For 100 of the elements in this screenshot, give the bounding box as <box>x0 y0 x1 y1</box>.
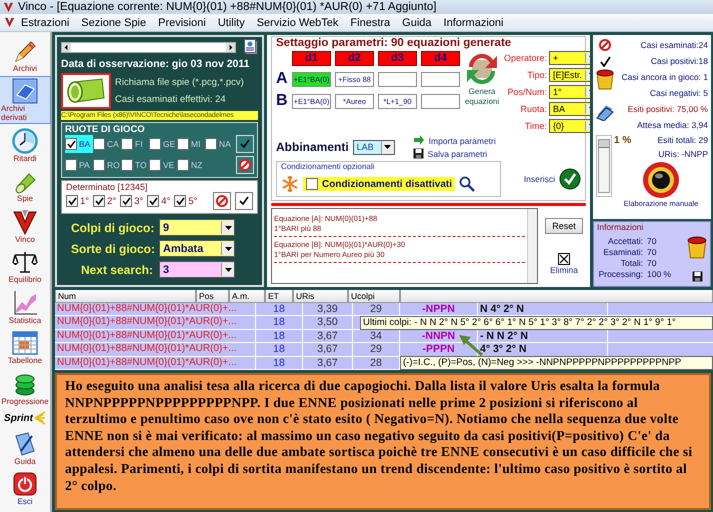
table-cell: NUM{0}(01)+88#NUM{0}(01)*AUR(0)+... <box>55 356 256 369</box>
menu-item[interactable]: Servizio WebTek <box>250 16 344 28</box>
result-value: Casi esaminati:24 <box>639 40 708 50</box>
dropdown[interactable]: Ambata <box>159 240 235 257</box>
wheel-checkbox[interactable]: TO <box>121 156 149 174</box>
menu-item[interactable]: Guida <box>396 16 438 28</box>
save-icon[interactable] <box>692 271 702 282</box>
no-entry-icon <box>216 195 228 207</box>
wheel-checkbox[interactable]: VE <box>149 156 177 174</box>
load-spy-file-button[interactable] <box>61 73 111 109</box>
horizontal-scrollbar[interactable] <box>61 42 236 52</box>
dropdown[interactable]: LAB <box>352 140 395 154</box>
field-label: Ruota: <box>520 104 548 114</box>
field-label: Pos/Num: <box>508 87 548 97</box>
conditions-checkbox[interactable]: Condizionamenti disattivati <box>303 177 456 191</box>
check-icon <box>239 196 249 206</box>
bucket-icon[interactable] <box>687 236 707 260</box>
search-icon[interactable] <box>459 176 476 192</box>
info-value: 100 % <box>647 269 672 280</box>
table-row[interactable]: NUM{0}(01)+88#NUM{0}(01)*AUR(0)+... 18 3,67 34 -NNPN - N N 2° N <box>55 330 713 344</box>
column-header[interactable]: Num <box>55 290 196 303</box>
equation-term-field[interactable] <box>378 72 417 86</box>
equation-term-field[interactable] <box>421 72 460 86</box>
generate-button[interactable]: Genera equazioni <box>463 51 501 133</box>
dropdown[interactable]: 1° <box>549 85 590 99</box>
column-header[interactable]: URis <box>293 290 348 303</box>
menu-item[interactable]: Utility <box>212 16 251 28</box>
toolbar-button[interactable]: Statistica <box>8 288 42 326</box>
toolbar-button[interactable]: Archivi <box>11 36 39 74</box>
scroll-right-icon[interactable] <box>226 42 235 52</box>
column-header: d4 <box>421 51 460 66</box>
action-link[interactable]: Salva parametri <box>412 148 496 159</box>
column-header[interactable]: Pos <box>196 290 229 303</box>
column-header[interactable]: A.m. <box>229 290 265 303</box>
caret-icon <box>224 268 232 272</box>
toolbar-button[interactable]: Tabellone <box>6 329 44 366</box>
wheel-checkbox[interactable]: NZ <box>177 156 205 174</box>
table-cell: 18 <box>256 356 303 369</box>
check-circle-icon <box>559 168 581 190</box>
dropdown[interactable]: BA <box>549 102 590 116</box>
calendar-icon <box>12 330 38 356</box>
dropdown[interactable]: [E]Estr. <box>549 68 590 82</box>
dropdown[interactable]: 3 <box>159 261 235 278</box>
group-title: Determinato [12345] <box>66 182 149 192</box>
dropdown[interactable]: 9 <box>159 219 235 236</box>
dropdown[interactable]: {0} <box>549 119 590 133</box>
result-value: Casi positivi:18 <box>650 56 708 66</box>
toolbar-button[interactable]: Spie <box>11 167 39 204</box>
result-value: Esiti positivi: 75,00 % <box>626 104 708 114</box>
scroll-left-icon[interactable] <box>62 42 71 52</box>
field-label: Operatore: <box>504 53 548 63</box>
toolbar-button[interactable]: Progressione <box>0 370 50 407</box>
table-cell: NUM{0}(01)+88#NUM{0}(01)*AUR(0)+... <box>55 330 256 342</box>
toolbar-button[interactable]: Sprint <box>3 410 47 426</box>
wheel-checkbox[interactable]: CA <box>93 135 121 153</box>
equation-term-field[interactable] <box>421 94 460 108</box>
insert-button[interactable]: Inserisci <box>524 168 581 190</box>
threshold-slider[interactable] <box>596 135 612 197</box>
action-link[interactable]: Importa parametri <box>412 135 496 146</box>
wheel-checkbox[interactable]: GE <box>149 135 177 153</box>
delete-button[interactable]: Elimina <box>550 252 578 274</box>
vertical-scrollbar[interactable] <box>527 209 537 283</box>
table-row[interactable]: NUM{0}(01)+88#NUM{0}(01)*AUR(0)+... 18 3,67 29 -PPPN 4° 3° 2° N <box>55 343 713 357</box>
column-header[interactable]: ET <box>265 290 293 303</box>
menu-item[interactable]: Estrazioni <box>15 16 76 28</box>
menu-item[interactable]: Previsioni <box>152 16 212 28</box>
toolbar-button[interactable]: Ritardi <box>11 126 39 164</box>
wheel-checkbox[interactable]: MI <box>177 135 205 153</box>
select-all-button[interactable] <box>235 192 253 210</box>
toolbar-button[interactable]: Guida <box>11 430 39 467</box>
record-button-icon[interactable] <box>642 161 680 199</box>
wheel-checkbox[interactable]: PA <box>65 156 93 174</box>
menu-item[interactable]: Finestra <box>344 16 396 28</box>
menu-item[interactable]: Sezione Spie <box>75 16 152 28</box>
wheel-checkbox[interactable]: RO <box>93 156 121 174</box>
toolbar-button[interactable]: Vinco <box>11 208 39 245</box>
wheel-checkbox[interactable]: BA <box>65 135 93 153</box>
table-row[interactable]: NUM{0}(01)+88#NUM{0}(01)*AUR(0)+... 18 3,39 29 -NPPN N 4° 2° N <box>55 303 713 316</box>
info-value: 70 <box>647 258 656 269</box>
result-value: Casi negativi: 5 <box>648 88 708 98</box>
document-icon[interactable] <box>244 39 258 55</box>
examined-cases-label: Casi esaminati effettivi: 24 <box>115 94 227 105</box>
wheel-checkbox[interactable]: NA <box>205 135 233 153</box>
dropdown[interactable]: + <box>549 51 590 65</box>
menu-item[interactable]: Informazioni <box>438 16 510 28</box>
toolbar-button[interactable]: Esci <box>11 470 39 508</box>
toolbar-button[interactable]: Equilibrio <box>8 248 42 286</box>
clear-button[interactable] <box>213 192 231 210</box>
table-cell: 3,67 <box>303 343 353 356</box>
slider-thumb[interactable] <box>599 140 609 148</box>
wheel-checkbox[interactable]: FI <box>121 135 149 153</box>
column-header[interactable]: Ucolpi <box>348 290 400 303</box>
reset-button[interactable]: Reset <box>545 218 583 234</box>
caret-icon <box>224 246 232 250</box>
table-cell: NUM{0}(01)+88#NUM{0}(01)*AUR(0)+... <box>55 343 256 356</box>
line-chart-icon <box>12 290 38 316</box>
info-label: Accettati: <box>607 236 643 247</box>
toolbar-button[interactable]: Archivi derivati <box>0 77 50 124</box>
window-title: Vinco - [Equazione corrente: NUM{0}(01) +88#NUM{0}(01) *AUR(0) +71 Aggiunto] <box>18 1 436 13</box>
no-entry-icon <box>599 39 611 51</box>
